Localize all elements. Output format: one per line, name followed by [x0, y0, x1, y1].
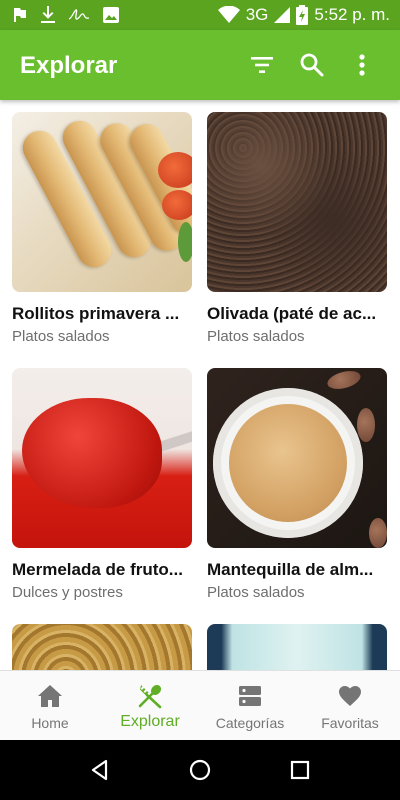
recipe-card[interactable]: Rollitos primavera ... Platos salados [12, 112, 192, 345]
recipe-card[interactable] [12, 624, 192, 670]
nav-label: Favoritas [321, 715, 379, 731]
recipe-title: Olivada (paté de ac... [207, 304, 377, 323]
nav-label: Categorías [215, 715, 285, 731]
wifi-icon [217, 6, 240, 23]
status-bar: 3G 5:52 p. m. [0, 0, 400, 30]
download-icon [41, 6, 55, 23]
recipe-image [12, 624, 192, 670]
battery-icon [296, 5, 309, 25]
recipe-title: Rollitos primavera ... [12, 304, 180, 323]
recipe-image [207, 368, 387, 548]
fork-spoon-icon [138, 684, 162, 709]
back-icon[interactable] [88, 758, 112, 782]
page-title: Explorar [20, 52, 118, 79]
filter-icon[interactable] [249, 52, 275, 78]
recipe-title: Mermelada de fruto... [12, 560, 183, 579]
recipe-card[interactable]: Mermelada de fruto... Dulces y postres [12, 368, 192, 601]
recipe-category: Platos salados [12, 328, 110, 345]
nav-item-home[interactable]: Home [0, 671, 100, 741]
heart-icon [339, 686, 361, 706]
recipe-category: Platos salados [207, 584, 305, 601]
recipe-category: Dulces y postres [12, 584, 123, 601]
nav-item-categorias[interactable]: Categorías [200, 671, 300, 741]
recipe-image [12, 112, 192, 292]
nav-item-explorar[interactable]: Explorar [100, 671, 200, 741]
categories-icon [239, 686, 261, 706]
more-vert-icon[interactable] [349, 52, 375, 78]
nav-label: Explorar [120, 713, 180, 730]
home-icon [38, 685, 62, 707]
nav-label: Home [31, 715, 69, 731]
recipe-card[interactable]: Mantequilla de alm... Platos salados [207, 368, 387, 601]
system-navigation-bar [0, 740, 400, 800]
network-type: 3G [245, 5, 269, 24]
nav-item-favoritas[interactable]: Favoritas [300, 671, 400, 741]
recipe-card[interactable]: Olivada (paté de ac... Platos salados [207, 112, 387, 345]
recipe-card[interactable] [207, 624, 387, 670]
image-icon [103, 7, 119, 23]
search-icon[interactable] [299, 52, 325, 78]
clock: 5:52 p. m. [314, 5, 390, 24]
signature-icon [68, 9, 90, 20]
flag-icon [14, 8, 26, 22]
recipe-category: Platos salados [207, 328, 305, 345]
recipe-image [207, 112, 387, 292]
recipe-image [207, 624, 387, 670]
bottom-navigation: Home Explorar Categorías Favoritas [0, 670, 400, 740]
recipe-grid: Rollitos primavera ... Platos salados Ol… [0, 100, 400, 670]
recipe-image [12, 368, 192, 548]
app-bar: Explorar [0, 30, 400, 100]
recipe-title: Mantequilla de alm... [207, 560, 374, 579]
home-circle-icon[interactable] [188, 758, 212, 782]
recents-icon[interactable] [288, 758, 312, 782]
signal-icon [274, 7, 291, 23]
